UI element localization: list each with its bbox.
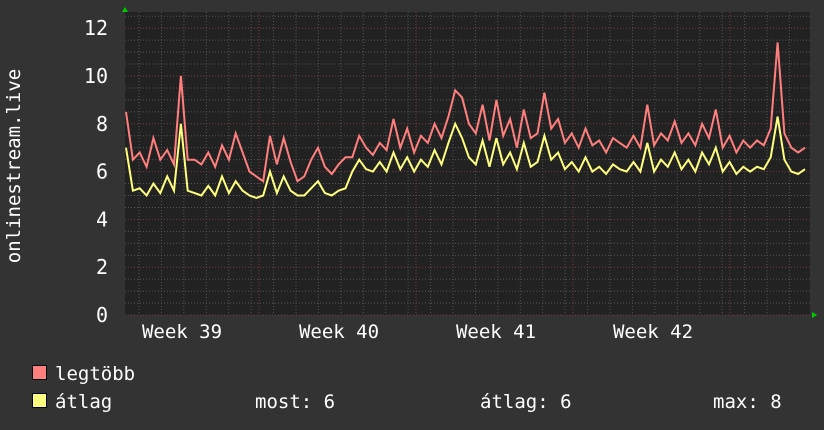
y-ticks: 0 2 4 6 8 10 12 [84, 16, 108, 327]
y-axis-label: onlinestream.live [3, 69, 25, 263]
y-axis-arrow [122, 7, 128, 12]
y-tick-label: 2 [96, 255, 108, 279]
x-tick-label: Week 41 [456, 321, 536, 343]
y-tick-label: 10 [84, 64, 108, 88]
x-tick-label: Week 40 [299, 321, 379, 343]
legend-avg: átlag [32, 391, 112, 413]
y-tick-label: 8 [96, 112, 108, 136]
y-tick-label: 12 [84, 16, 108, 40]
x-ticks: Week 39 Week 40 Week 41 Week 42 [142, 321, 693, 343]
plot-area [125, 12, 810, 315]
legend-avg-label: átlag [55, 391, 113, 413]
x-axis-arrow [812, 312, 817, 318]
legend-swatch-avg [32, 393, 47, 408]
legend-max-label: legtöbb [55, 363, 136, 385]
stat-now: most: 6 [255, 391, 336, 413]
y-tick-label: 6 [96, 160, 108, 184]
x-tick-label: Week 42 [613, 321, 693, 343]
stat-average: átlag: 6 [480, 391, 572, 413]
y-tick-label: 4 [96, 207, 108, 231]
x-tick-label: Week 39 [142, 321, 222, 343]
legend-swatch-max [32, 365, 47, 380]
y-tick-label: 0 [96, 303, 108, 327]
stat-max: max: 8 [713, 391, 782, 413]
legend-max: legtöbb [32, 363, 135, 385]
